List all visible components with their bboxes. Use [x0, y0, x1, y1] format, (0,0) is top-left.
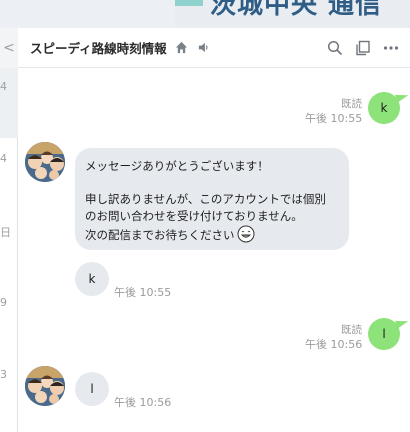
home-icon[interactable]	[175, 41, 189, 55]
chat-header: スピーディ路線時刻情報	[18, 28, 410, 68]
chat-messages[interactable]: 既読 午後 10:55 k メッセージありがとうございます！ 申し訳ありませんが…	[18, 68, 410, 432]
search-icon[interactable]	[326, 39, 344, 57]
chat-title: スピーディ路線時刻情報	[30, 41, 167, 56]
more-icon[interactable]	[382, 39, 400, 57]
background-window-strip: 茨城中央 通信	[0, 0, 410, 28]
chat-row-date: 4	[0, 80, 7, 93]
background-window-accent	[175, 0, 203, 6]
message-line: 申し訳ありませんが、このアカウントでは個別	[85, 192, 326, 206]
read-receipt: 既読	[341, 98, 362, 110]
avatar[interactable]	[25, 366, 65, 406]
message-time: 午後 10:55	[305, 112, 363, 125]
message-text: k	[88, 271, 96, 286]
message-line-with-emoji: 次の配信までお待ちください	[85, 225, 339, 244]
chat-row-date: 3	[0, 368, 7, 381]
message-line: メッセージありがとうございます！	[85, 159, 269, 173]
background-window-text: 茨城中央 通信	[210, 0, 383, 20]
their-message-bubble[interactable]: k	[75, 262, 109, 296]
message-line-blank	[85, 175, 339, 191]
chat-row-date: 日	[0, 226, 11, 239]
message-text: k	[380, 101, 388, 115]
selected-chat-row[interactable]	[0, 68, 18, 138]
message-line: のお問い合わせを受け付けておりません。	[85, 209, 303, 223]
their-message-bubble[interactable]: メッセージありがとうございます！ 申し訳ありませんが、このアカウントでは個別 の…	[75, 148, 349, 250]
chevron-left-icon: <	[3, 40, 15, 56]
message-line: 次の配信までお待ちください	[85, 228, 235, 242]
message-text: l	[90, 381, 94, 396]
their-message-bubble[interactable]: l	[75, 372, 109, 406]
notes-icon[interactable]	[354, 39, 372, 57]
my-message-bubble[interactable]: k	[368, 92, 400, 124]
message-time: 午後 10:56	[114, 396, 172, 409]
speaker-icon[interactable]	[197, 41, 211, 55]
message-time: 午後 10:56	[305, 338, 363, 351]
background-window-panel	[0, 0, 175, 28]
back-button[interactable]: <	[0, 28, 18, 68]
chat-list-sidebar: < 4 4 日 9 3	[0, 28, 18, 432]
chat-row-date: 9	[0, 296, 7, 309]
message-text: l	[382, 327, 386, 341]
chat-row-date: 4	[0, 152, 7, 165]
read-receipt: 既読	[341, 324, 362, 336]
avatar[interactable]	[25, 142, 65, 182]
message-time: 午後 10:55	[114, 286, 172, 299]
my-message-bubble[interactable]: l	[368, 318, 400, 350]
header-actions	[326, 28, 410, 68]
smile-emoji-icon	[237, 225, 255, 243]
